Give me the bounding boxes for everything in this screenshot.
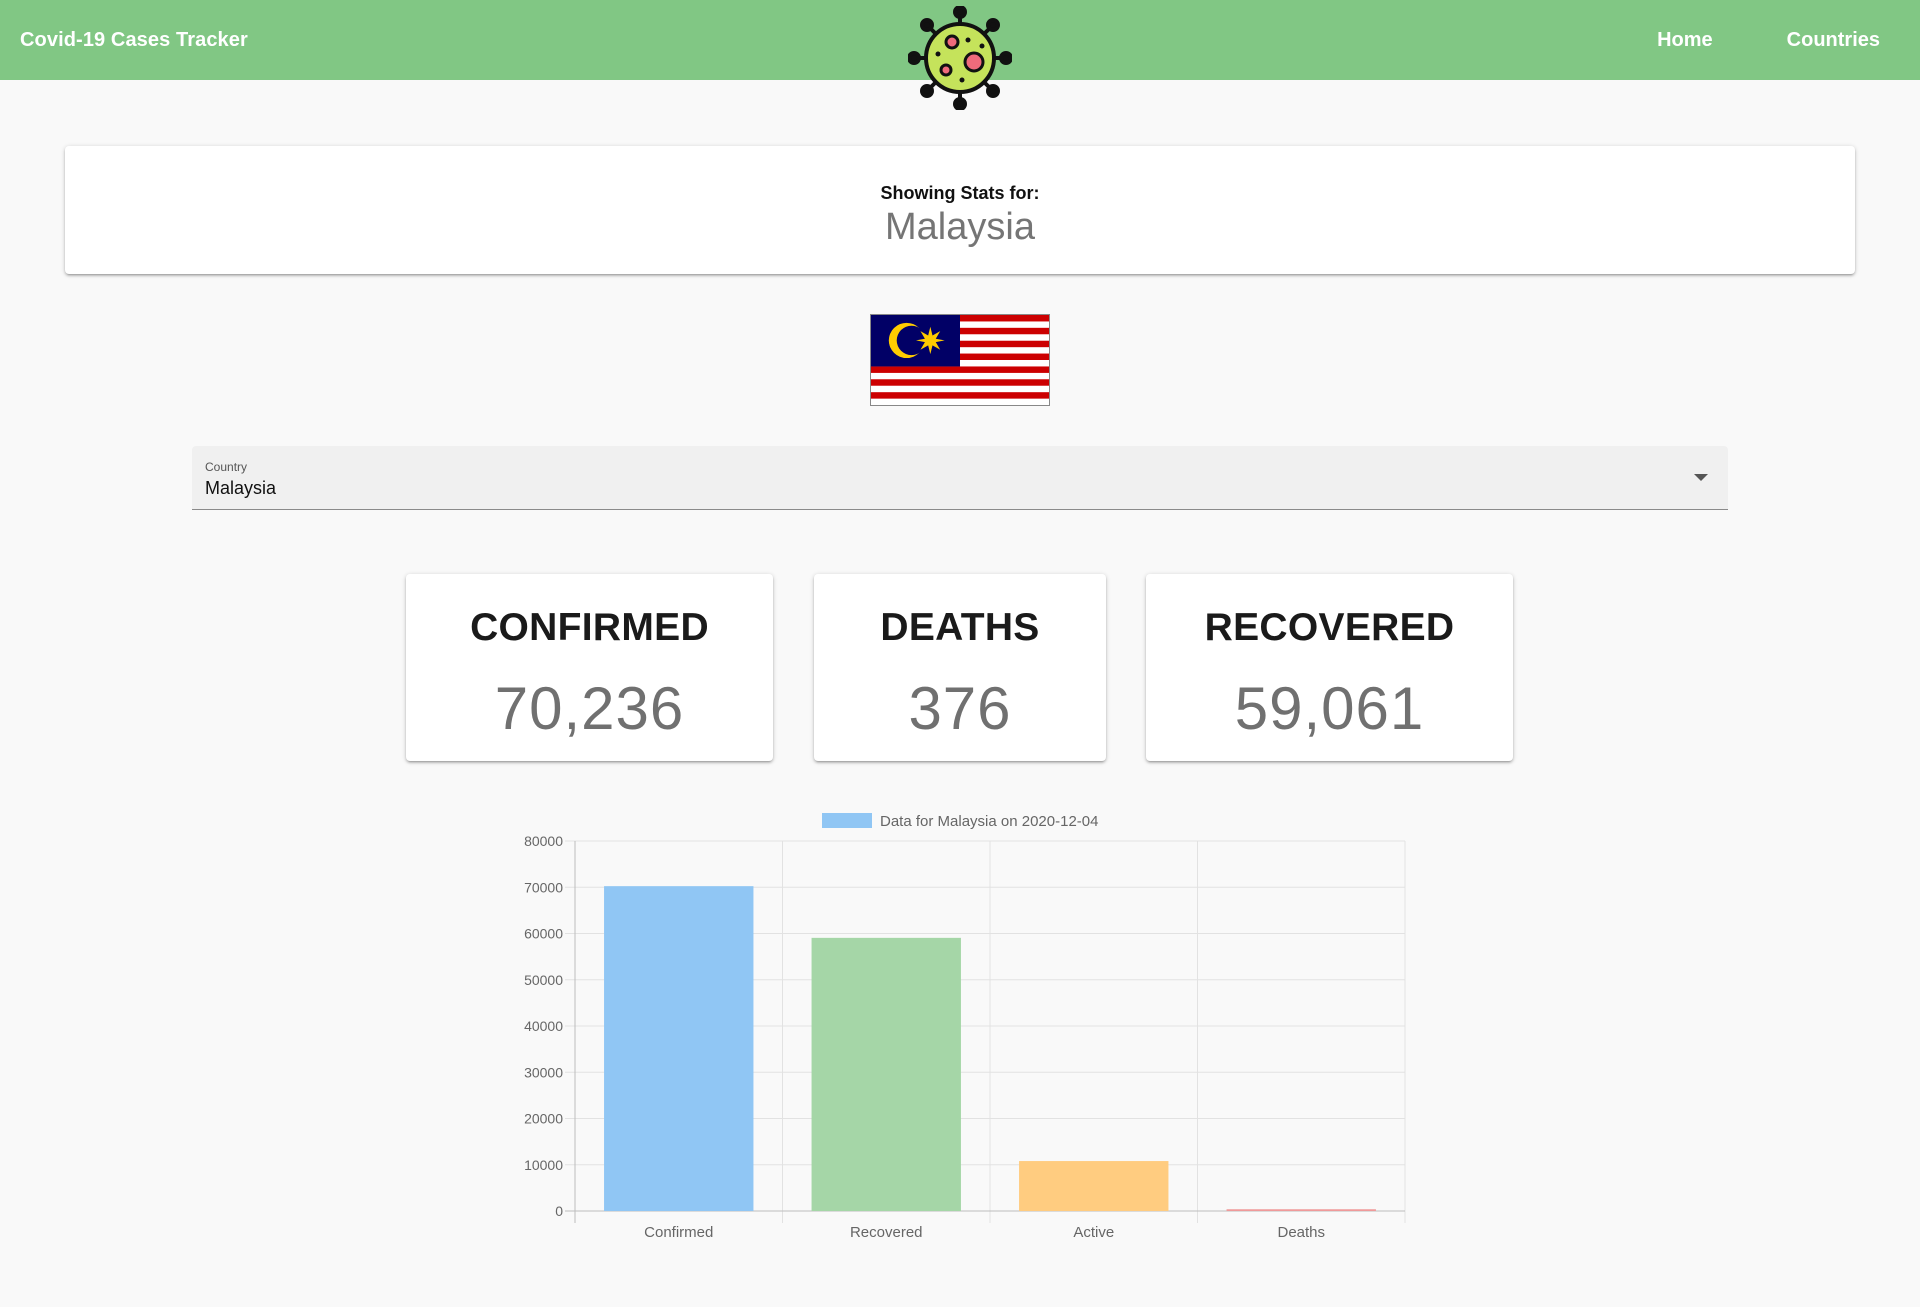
bar-deaths — [1226, 1209, 1376, 1211]
y-tick-label: 70000 — [524, 879, 563, 895]
selected-country-name: Malaysia — [885, 206, 1035, 248]
nav-home-link[interactable]: Home — [1637, 0, 1733, 80]
confirmed-value: 70,236 — [494, 675, 685, 742]
bar-recovered — [811, 937, 961, 1211]
y-tick-label: 50000 — [524, 972, 563, 988]
y-tick-label: 60000 — [524, 926, 563, 942]
showing-stats-card: Showing Stats for: Malaysia — [65, 146, 1855, 274]
nav-links: Home Countries — [1603, 0, 1900, 80]
legend-swatch — [822, 813, 872, 828]
y-tick-label: 30000 — [524, 1064, 563, 1080]
x-tick-label: Recovered — [850, 1224, 923, 1240]
deaths-title: DEATHS — [880, 606, 1040, 649]
dropdown-arrow-icon[interactable] — [1694, 474, 1708, 481]
recovered-card: RECOVERED 59,061 — [1146, 574, 1513, 761]
recovered-value: 59,061 — [1234, 675, 1425, 742]
virus-icon — [908, 6, 1012, 110]
recovered-title: RECOVERED — [1204, 606, 1455, 649]
cases-bar-chart: 0 10000 20000 30000 40000 50000 60000 70000 8000… — [524, 813, 1406, 1240]
y-tick-label: 10000 — [524, 1157, 563, 1173]
country-select-value: Malaysia — [205, 478, 277, 498]
confirmed-card: CONFIRMED 70,236 — [406, 574, 773, 761]
app-title[interactable]: Covid-19 Cases Tracker — [20, 29, 248, 52]
showing-stats-label: Showing Stats for: — [880, 183, 1040, 203]
confirmed-title: CONFIRMED — [470, 606, 709, 649]
x-tick-label: Active — [1073, 1224, 1114, 1240]
y-tick-label: 80000 — [524, 833, 563, 849]
country-select[interactable]: Country Malaysia — [192, 446, 1728, 510]
x-tick-label: Confirmed — [644, 1224, 713, 1240]
deaths-card: DEATHS 376 — [814, 574, 1106, 761]
x-tick-label: Deaths — [1277, 1224, 1325, 1240]
bar-active — [1019, 1161, 1169, 1211]
y-tick-label: 40000 — [524, 1018, 563, 1034]
deaths-value: 376 — [908, 675, 1012, 742]
y-tick-label: 0 — [555, 1203, 563, 1219]
bar-confirmed — [604, 886, 754, 1211]
nav-countries-link[interactable]: Countries — [1767, 0, 1900, 80]
y-tick-label: 20000 — [524, 1111, 563, 1127]
chart-legend-label: Data for Malaysia on 2020-12-04 — [880, 813, 1098, 830]
malaysia-flag-icon — [870, 314, 1050, 406]
country-select-label: Country — [205, 460, 248, 474]
